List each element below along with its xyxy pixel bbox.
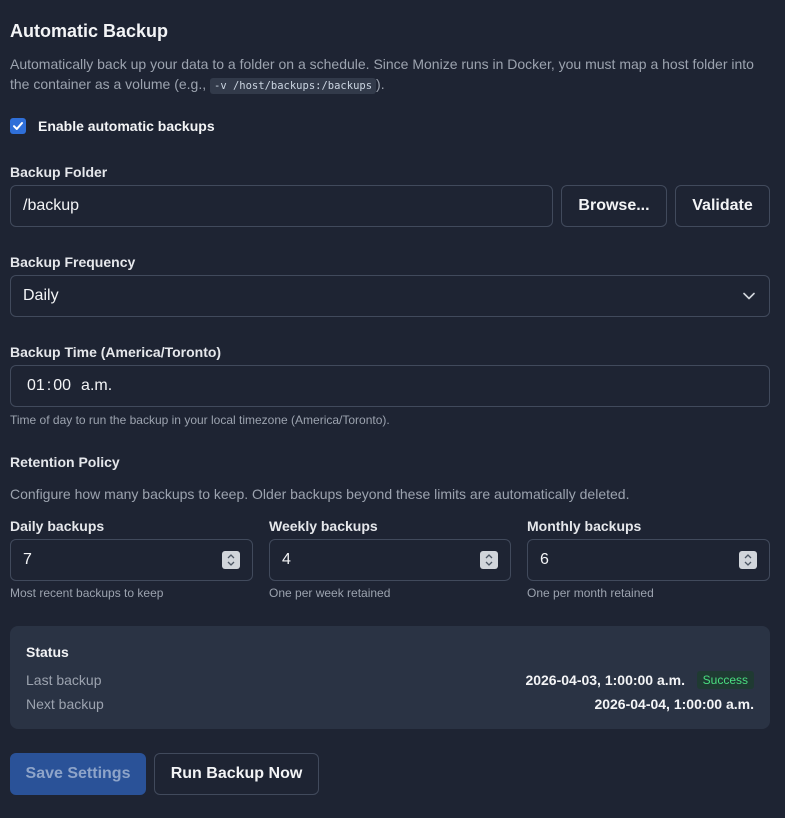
last-backup-label: Last backup xyxy=(26,672,102,688)
time-separator: : xyxy=(46,377,52,394)
backup-frequency-select[interactable]: Daily xyxy=(10,275,770,317)
retention-policy-title: Retention Policy xyxy=(10,454,120,470)
backup-time-input[interactable]: 01:00 a.m. xyxy=(10,365,770,407)
volume-example-code: -v /host/backups:/backups xyxy=(210,78,377,94)
weekly-backups-label: Weekly backups xyxy=(269,518,378,534)
enable-backups-row[interactable]: Enable automatic backups xyxy=(10,118,215,134)
section-title: Automatic Backup xyxy=(10,21,169,41)
enable-backups-checkbox[interactable] xyxy=(10,118,26,134)
monthly-backups-label: Monthly backups xyxy=(527,518,642,534)
last-backup-value: 2026-04-03, 1:00:00 a.m. xyxy=(525,672,685,688)
backup-frequency-label: Backup Frequency xyxy=(10,254,136,270)
status-title: Status xyxy=(26,644,69,660)
time-period[interactable]: a.m. xyxy=(81,377,112,395)
monthly-backups-spinner[interactable] xyxy=(739,551,757,569)
daily-backups-label: Daily backups xyxy=(10,518,105,534)
next-backup-label: Next backup xyxy=(26,696,104,712)
browse-button[interactable]: Browse... xyxy=(561,185,667,227)
daily-backups-hint: Most recent backups to keep xyxy=(10,586,164,600)
backup-time-hint: Time of day to run the backup in your lo… xyxy=(10,413,390,427)
section-description: Automatically back up your data to a fol… xyxy=(10,56,754,94)
status-badge: Success xyxy=(696,671,754,689)
spinner-arrows-icon xyxy=(227,554,235,566)
spinner-arrows-icon xyxy=(485,554,493,566)
save-settings-button[interactable]: Save Settings xyxy=(10,753,146,795)
monthly-backups-input[interactable]: 6 xyxy=(527,539,770,581)
spinner-arrows-icon xyxy=(744,554,752,566)
retention-policy-description: Configure how many backups to keep. Olde… xyxy=(10,486,630,502)
time-minute[interactable]: 00 xyxy=(53,377,71,395)
status-card: Status Last backup 2026-04-03, 1:00:00 a… xyxy=(10,626,770,729)
checkmark-icon xyxy=(13,122,23,130)
run-backup-now-button[interactable]: Run Backup Now xyxy=(154,753,319,795)
weekly-backups-hint: One per week retained xyxy=(269,586,391,600)
weekly-backups-input[interactable]: 4 xyxy=(269,539,511,581)
weekly-backups-spinner[interactable] xyxy=(480,551,498,569)
backup-folder-input[interactable]: /backup xyxy=(10,185,553,227)
daily-backups-input[interactable]: 7 xyxy=(10,539,253,581)
next-backup-value: 2026-04-04, 1:00:00 a.m. xyxy=(594,696,754,712)
monthly-backups-hint: One per month retained xyxy=(527,586,654,600)
backup-folder-label: Backup Folder xyxy=(10,164,108,180)
enable-backups-label: Enable automatic backups xyxy=(38,118,215,134)
daily-backups-spinner[interactable] xyxy=(222,551,240,569)
time-hour[interactable]: 01 xyxy=(27,377,45,395)
backup-time-label: Backup Time (America/Toronto) xyxy=(10,344,222,360)
chevron-down-icon xyxy=(743,292,755,300)
validate-button[interactable]: Validate xyxy=(675,185,770,227)
